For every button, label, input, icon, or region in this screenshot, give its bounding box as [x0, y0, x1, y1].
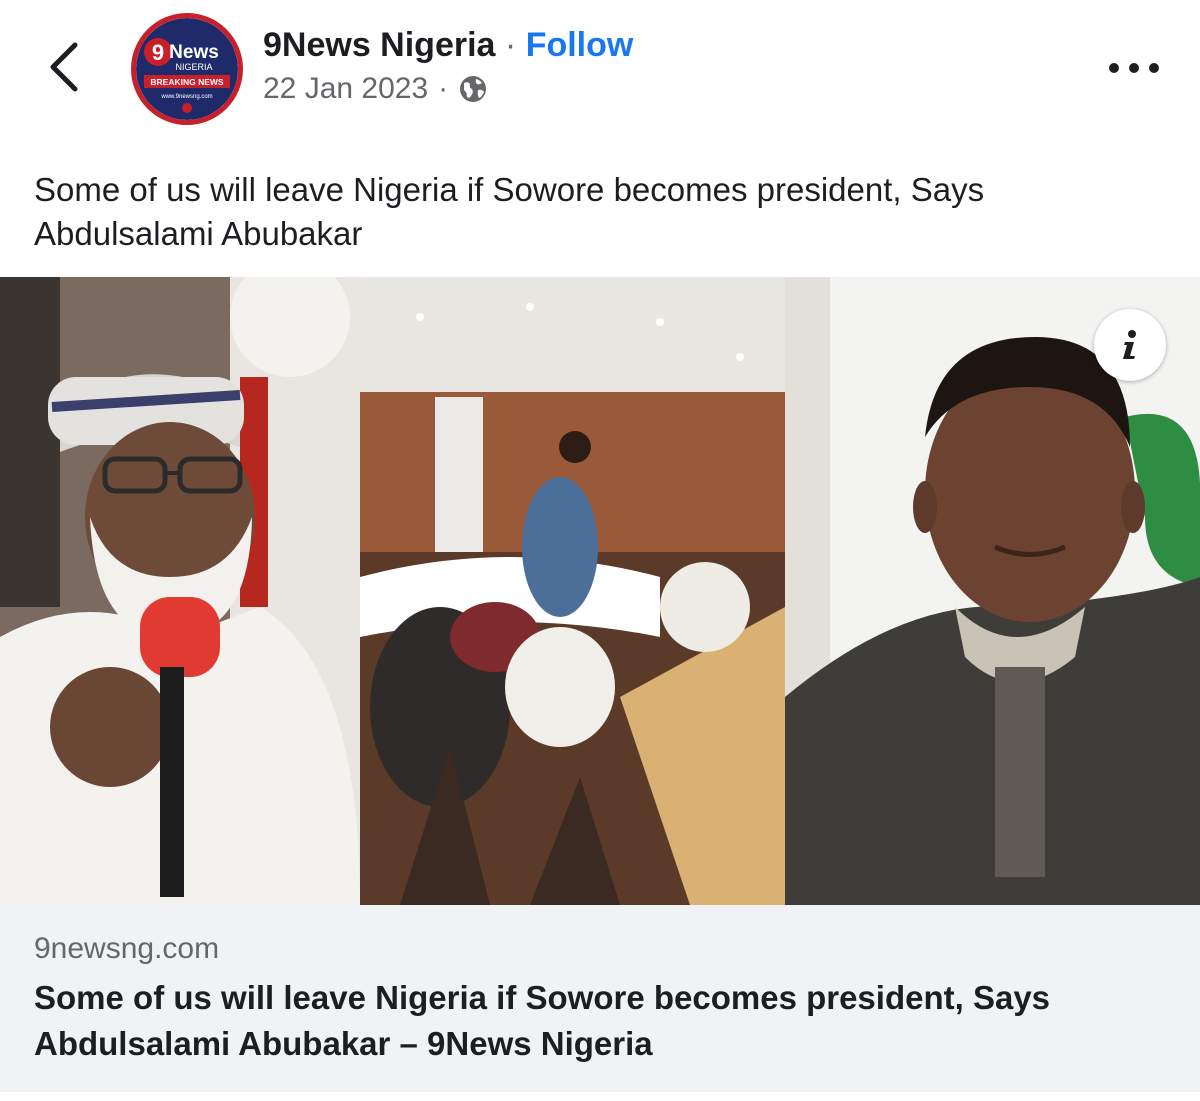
page-avatar[interactable]: 9 News NIGERIA BREAKING NEWS www.9newsng… [131, 13, 243, 125]
svg-text:News: News [169, 42, 219, 63]
chevron-left-icon [50, 42, 78, 92]
9news-logo: 9 News NIGERIA BREAKING NEWS www.9newsng… [136, 18, 238, 120]
svg-text:NIGERIA: NIGERIA [175, 62, 212, 72]
svg-text:www.9newsng.com: www.9newsng.com [160, 94, 212, 100]
image-panel-middle [360, 277, 785, 905]
image-panel-left [0, 277, 360, 905]
globe-icon [460, 76, 487, 102]
name-separator: · [504, 26, 517, 64]
post-date[interactable]: 22 Jan 2023 [263, 72, 428, 106]
page-name[interactable]: 9News Nigeria [263, 26, 495, 64]
meta-separator: · [438, 72, 449, 105]
link-title[interactable]: Some of us will leave Nigeria if Sowore … [34, 975, 1164, 1067]
svg-text:BREAKING NEWS: BREAKING NEWS [150, 77, 224, 87]
more-horizontal-icon [1109, 63, 1159, 73]
page-name-line: 9News Nigeria · Follow [263, 26, 633, 65]
link-preview-image[interactable] [0, 277, 1200, 905]
svg-text:9: 9 [152, 40, 164, 65]
link-domain[interactable]: 9newsng.com [34, 932, 219, 966]
post-meta: 22 Jan 2023 · [263, 72, 488, 106]
info-icon [1123, 330, 1136, 359]
more-options-button[interactable] [1104, 48, 1164, 88]
back-button[interactable] [40, 38, 88, 96]
post-caption: Some of us will leave Nigeria if Sowore … [34, 171, 985, 252]
info-button[interactable] [1094, 309, 1166, 381]
post-header: 9 News NIGERIA BREAKING NEWS www.9newsng… [0, 0, 1200, 140]
follow-button[interactable]: Follow [526, 26, 634, 64]
